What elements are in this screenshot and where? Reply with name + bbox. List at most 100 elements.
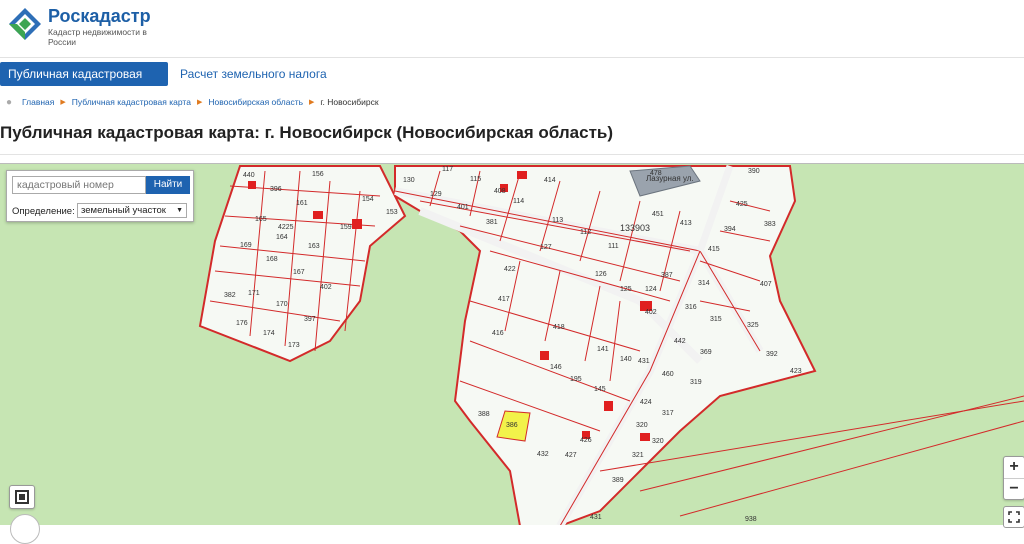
svg-text:408: 408 xyxy=(494,188,506,195)
svg-text:442: 442 xyxy=(674,338,686,345)
zoom-out-button[interactable]: − xyxy=(1004,478,1024,499)
svg-text:369: 369 xyxy=(700,349,712,356)
main-nav: Публичная кадастровая карта Расчет земел… xyxy=(0,62,1024,105)
breadcrumb-home[interactable]: Главная xyxy=(22,97,54,107)
svg-text:319: 319 xyxy=(690,379,702,386)
breadcrumb-current: г. Новосибирск xyxy=(320,97,379,107)
svg-text:321: 321 xyxy=(632,452,644,459)
svg-text:938: 938 xyxy=(745,516,757,523)
chevron-down-icon: ▼ xyxy=(176,207,183,214)
svg-text:460: 460 xyxy=(662,371,674,378)
svg-text:414: 414 xyxy=(544,177,556,184)
svg-text:314: 314 xyxy=(698,280,710,287)
svg-text:390: 390 xyxy=(748,168,760,175)
svg-text:418: 418 xyxy=(553,324,565,331)
svg-text:174: 174 xyxy=(263,330,275,337)
svg-text:320: 320 xyxy=(636,422,648,429)
breadcrumb-region[interactable]: Новосибирская область xyxy=(208,97,303,107)
search-button[interactable]: Найти xyxy=(146,176,190,194)
svg-text:316: 316 xyxy=(685,304,697,311)
svg-text:427: 427 xyxy=(565,452,577,459)
tab-public-cadastral-map[interactable]: Публичная кадастровая карта xyxy=(0,62,168,105)
brand-subtitle: Кадастр недвижимости в России xyxy=(48,27,147,47)
svg-text:392: 392 xyxy=(766,351,778,358)
svg-text:176: 176 xyxy=(236,320,248,327)
svg-text:394: 394 xyxy=(724,226,736,233)
tab-land-tax-calculation[interactable]: Расчет земельного налога xyxy=(172,62,335,86)
svg-text:381: 381 xyxy=(486,219,498,226)
definition-label: Определение: xyxy=(12,206,75,217)
svg-text:115: 115 xyxy=(470,176,481,183)
svg-text:325: 325 xyxy=(747,322,759,329)
svg-text:170: 170 xyxy=(276,301,288,308)
svg-text:451: 451 xyxy=(652,211,664,218)
svg-text:163: 163 xyxy=(308,243,320,250)
svg-text:114: 114 xyxy=(513,198,524,205)
svg-text:130: 130 xyxy=(403,177,415,184)
svg-text:126: 126 xyxy=(595,271,607,278)
svg-text:171: 171 xyxy=(248,290,260,297)
svg-text:129: 129 xyxy=(430,191,442,198)
svg-text:382: 382 xyxy=(224,292,236,299)
breadcrumb-public-map[interactable]: Публичная кадастровая карта xyxy=(72,97,191,107)
svg-text:145: 145 xyxy=(594,386,606,393)
quarter-label: 133903 xyxy=(620,223,650,233)
svg-text:431: 431 xyxy=(590,514,602,521)
svg-text:423: 423 xyxy=(790,368,802,375)
svg-text:154: 154 xyxy=(362,196,374,203)
svg-text:389: 389 xyxy=(612,477,624,484)
breadcrumb: ● Главная ▶ Публичная кадастровая карта … xyxy=(0,94,379,110)
svg-text:402: 402 xyxy=(320,284,332,291)
breadcrumb-arrow-icon: ▶ xyxy=(309,99,315,106)
svg-text:161: 161 xyxy=(296,200,308,207)
zoom-in-button[interactable]: + xyxy=(1004,457,1024,478)
svg-text:113: 113 xyxy=(552,217,563,224)
svg-text:111: 111 xyxy=(608,243,619,250)
svg-text:317: 317 xyxy=(662,410,674,417)
svg-text:124: 124 xyxy=(645,286,657,293)
svg-text:167: 167 xyxy=(293,269,305,276)
svg-text:159: 159 xyxy=(340,224,352,231)
svg-text:156: 156 xyxy=(312,171,324,178)
svg-text:387: 387 xyxy=(661,272,673,279)
svg-text:195: 195 xyxy=(570,376,582,383)
svg-text:153: 153 xyxy=(386,209,398,216)
highlighted-parcel-label: 386 xyxy=(506,422,518,429)
breadcrumb-arrow-icon: ▶ xyxy=(196,99,203,106)
zoom-control: + − xyxy=(1003,456,1024,500)
svg-text:478: 478 xyxy=(650,170,662,177)
definition-select[interactable]: земельный участок ▼ xyxy=(77,203,187,218)
layers-button[interactable] xyxy=(9,485,35,509)
map-extra-button[interactable] xyxy=(10,514,40,544)
svg-text:422: 422 xyxy=(504,266,516,273)
svg-text:401: 401 xyxy=(457,204,469,211)
svg-text:383: 383 xyxy=(764,221,776,228)
svg-text:146: 146 xyxy=(550,364,562,371)
svg-text:112: 112 xyxy=(580,229,591,236)
svg-text:141: 141 xyxy=(597,346,609,353)
brand-name[interactable]: Роскадастр xyxy=(48,6,151,27)
svg-text:417: 417 xyxy=(498,296,510,303)
svg-text:424: 424 xyxy=(640,399,652,406)
page-title: Публичная кадастровая карта: г. Новосиби… xyxy=(0,123,614,142)
breadcrumb-arrow-icon: ▶ xyxy=(60,99,66,106)
divider xyxy=(0,154,1024,155)
svg-text:402: 402 xyxy=(645,309,657,316)
svg-text:397: 397 xyxy=(304,316,316,323)
site-header: Роскадастр Кадастр недвижимости в России xyxy=(0,0,1024,58)
svg-text:165: 165 xyxy=(255,216,267,223)
svg-text:425: 425 xyxy=(736,201,748,208)
svg-text:407: 407 xyxy=(760,281,772,288)
svg-text:127: 127 xyxy=(540,244,552,251)
svg-text:396: 396 xyxy=(270,186,282,193)
svg-text:117: 117 xyxy=(442,166,453,173)
svg-text:431: 431 xyxy=(638,358,650,365)
svg-text:4225: 4225 xyxy=(278,224,294,231)
svg-text:413: 413 xyxy=(680,220,692,227)
cadastral-number-input[interactable] xyxy=(12,176,146,194)
rosreestr-logo-icon[interactable] xyxy=(8,7,42,41)
map-search-panel: Найти Определение: земельный участок ▼ xyxy=(6,170,194,222)
svg-text:125: 125 xyxy=(620,286,632,293)
svg-text:440: 440 xyxy=(243,172,255,179)
svg-text:415: 415 xyxy=(708,246,720,253)
